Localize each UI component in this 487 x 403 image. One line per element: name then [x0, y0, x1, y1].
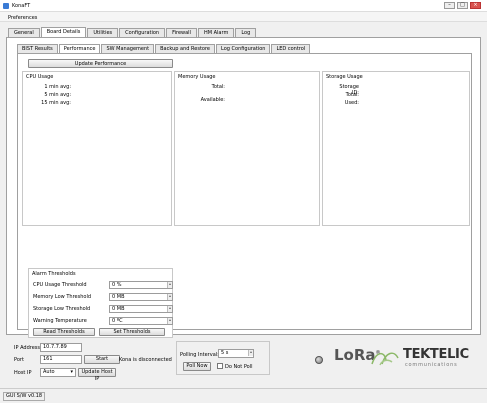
tab-log[interactable]: Log [235, 28, 257, 37]
alarm-thresholds-group: Alarm Thresholds CPU Usage Threshold 0 %… [28, 268, 173, 338]
tab-general[interactable]: General [8, 28, 40, 37]
dropdown-arrow-icon: ▾ [70, 369, 73, 375]
cpu-threshold-spinner[interactable]: 0 % [109, 281, 173, 289]
memory-available-label: Available: [200, 97, 225, 103]
spinner-arrows-icon[interactable] [167, 294, 172, 300]
tab-board-details[interactable]: Board Details [40, 27, 87, 37]
subtab-bist-results[interactable]: BIST Results [17, 44, 58, 53]
cpu-usage-group: CPU Usage 1 min avg: 5 min avg: 15 min a… [22, 71, 172, 226]
cpu-threshold-value: 0 % [112, 282, 122, 288]
polling-interval-label: Polling Interval: [180, 352, 219, 358]
tab-hm-alarm[interactable]: HM Alarm [197, 28, 235, 37]
title-bar: KonaFT – □ × [0, 0, 487, 12]
tektelic-tagline: communications [405, 362, 458, 368]
port-input[interactable]: 161 [40, 355, 82, 364]
window-title: KonaFT [12, 3, 31, 9]
memory-usage-title: Memory Usage [178, 74, 216, 80]
ip-address-input[interactable]: 10.7.7.89 [40, 343, 82, 352]
storage-usage-title: Storage Usage [326, 74, 363, 80]
host-ip-label: Host IP [14, 370, 32, 376]
subtab-performance[interactable]: Performance [58, 44, 101, 53]
tab-firewall[interactable]: Firewall [166, 28, 197, 37]
cpu-threshold-label: CPU Usage Threshold [33, 282, 87, 288]
version-label: GUI S/W v0.18 [3, 392, 46, 401]
board-details-panel: BIST Results Performance SW Management B… [6, 37, 481, 338]
storage-threshold-value: 0 MB [112, 306, 125, 312]
polling-interval-value: 5 s [221, 350, 229, 356]
close-button[interactable]: × [470, 2, 481, 9]
subtab-log-configuration[interactable]: Log Configuration [216, 44, 271, 53]
storage-usage-group: Storage Usage Storage ID: Total: Used: [322, 71, 470, 226]
memory-threshold-label: Memory Low Threshold [33, 294, 92, 300]
sub-tabbar: BIST Results Performance SW Management B… [17, 44, 311, 53]
start-button[interactable]: Start [84, 355, 120, 364]
storage-threshold-spinner[interactable]: 0 MB [109, 305, 173, 313]
app-icon [3, 3, 9, 9]
do-not-poll-checkbox[interactable] [217, 363, 223, 369]
tab-configuration[interactable]: Configuration [119, 28, 166, 37]
cpu-15min-label: 15 min avg: [41, 100, 71, 106]
connection-status-text: Kona is disconnected [119, 357, 172, 363]
tektelic-leaf-icon [371, 352, 399, 366]
memory-threshold-value: 0 MB [112, 294, 125, 300]
host-ip-select[interactable]: Auto ▾ [40, 368, 76, 377]
tektelic-logo: TEKTELIC [403, 347, 469, 362]
warning-temperature-value: 0 ºC [112, 318, 123, 324]
subtab-backup-restore[interactable]: Backup and Restore [155, 44, 216, 53]
storage-threshold-label: Storage Low Threshold [33, 306, 91, 312]
memory-total-label: Total: [211, 84, 225, 90]
subtab-led-control[interactable]: LED control [271, 44, 311, 53]
do-not-poll-label: Do Not Poll [225, 364, 253, 370]
main-tabbar: General Board Details Utilities Configur… [8, 27, 257, 37]
tab-utilities[interactable]: Utilities [87, 28, 119, 37]
storage-used-label: Used: [344, 100, 359, 106]
performance-panel: Update Performance CPU Usage 1 min avg: … [17, 53, 472, 338]
read-thresholds-button[interactable]: Read Thresholds [33, 328, 95, 336]
update-performance-button[interactable]: Update Performance [28, 59, 173, 68]
set-thresholds-button[interactable]: Set Thresholds [99, 328, 165, 336]
warning-temperature-label: Warning Temperature [33, 318, 87, 324]
update-host-ip-button[interactable]: Update Host IP [78, 368, 116, 382]
storage-total-label: Total: [345, 92, 359, 98]
minimize-button[interactable]: – [444, 2, 455, 9]
status-bar: GUI S/W v0.18 [0, 388, 487, 403]
maximize-button[interactable]: □ [457, 2, 468, 9]
menu-bar: Preferences [0, 12, 487, 22]
memory-usage-group: Memory Usage Total: Available: [174, 71, 320, 226]
subtab-sw-management[interactable]: SW Management [101, 44, 155, 53]
host-ip-value: Auto [43, 369, 55, 375]
polling-box: Polling Interval: 5 s Poll Now Do Not Po… [176, 341, 270, 375]
cpu-1min-label: 1 min avg: [44, 84, 71, 90]
port-label: Port [14, 357, 24, 363]
ip-address-label: IP Address [14, 345, 40, 351]
alarm-thresholds-title: Alarm Thresholds [32, 271, 76, 277]
memory-threshold-spinner[interactable]: 0 MB [109, 293, 173, 301]
spinner-arrows-icon[interactable] [167, 282, 172, 288]
warning-temperature-spinner[interactable]: 0 ºC [109, 317, 173, 325]
menu-preferences[interactable]: Preferences [8, 15, 37, 21]
spinner-arrows-icon[interactable] [248, 350, 253, 356]
spinner-arrows-icon[interactable] [167, 318, 172, 324]
spinner-arrows-icon[interactable] [167, 306, 172, 312]
cpu-usage-title: CPU Usage [26, 74, 54, 80]
polling-interval-spinner[interactable]: 5 s [218, 349, 254, 358]
cpu-5min-label: 5 min avg: [44, 92, 71, 98]
status-led-icon [315, 356, 323, 364]
poll-now-button[interactable]: Poll Now [183, 362, 211, 371]
